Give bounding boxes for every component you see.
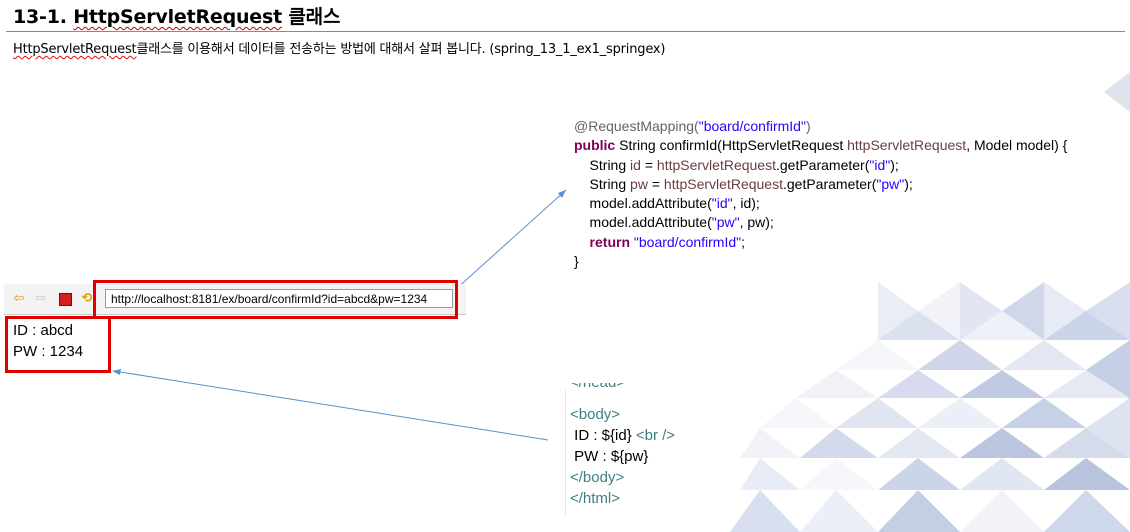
arrow-url-to-controller <box>454 189 567 291</box>
arrow-jsp-to-output <box>113 370 549 441</box>
controller-code-block: @RequestMapping("board/confirmId") publi… <box>574 118 1068 270</box>
code-divider <box>565 390 566 515</box>
title-class-name: HttpServletRequest <box>73 6 282 28</box>
forward-arrow-icon[interactable]: ⇨ <box>34 292 48 306</box>
back-arrow-icon[interactable]: ⇦ <box>12 292 26 306</box>
url-highlight-box <box>93 280 458 319</box>
stop-icon[interactable] <box>58 292 72 306</box>
page-title: 13-1. HttpServletRequest 클래스 <box>13 6 341 28</box>
refresh-icon[interactable]: ⟲ <box>80 292 94 306</box>
jsp-code-block: </head><body> ID : ${id} <br /> PW : ${p… <box>570 383 740 513</box>
description: HttpServletRequest클래스를 이용해서 데이터를 전송하는 방법… <box>13 42 666 57</box>
output-highlight-box <box>5 316 111 373</box>
title-divider <box>6 31 1125 32</box>
